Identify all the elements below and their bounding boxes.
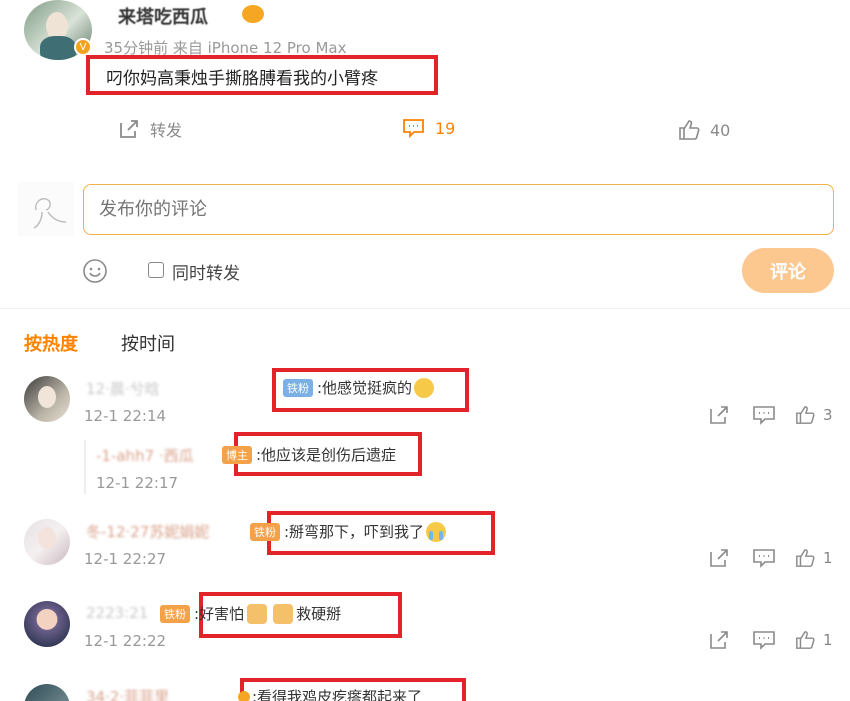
thumbs-up-icon	[796, 549, 815, 567]
fan-badge: 铁粉	[250, 522, 280, 541]
vip-crown-icon	[238, 690, 250, 701]
comment-author-name[interactable]: 冬-12·27苏妮娟妮	[86, 521, 209, 542]
comment-like-button[interactable]: 1	[795, 548, 833, 568]
comment-icon	[753, 631, 775, 650]
tab-sort-time[interactable]: 按时间	[121, 330, 175, 356]
comment-icon	[753, 406, 775, 425]
reply-text: 博主 :他应该是创伤后遗症	[222, 444, 396, 465]
comment-avatar[interactable]	[24, 684, 70, 701]
comment-icon	[403, 119, 424, 139]
section-divider	[0, 308, 850, 309]
also-repost-checkbox[interactable]	[148, 262, 164, 278]
comment-time: 12-1 22:14	[84, 407, 167, 425]
comment-count: 19	[435, 118, 456, 138]
reply-author-name[interactable]: -1-ahh7 ·西瓜	[96, 445, 194, 466]
repost-button[interactable]: 转发	[118, 117, 182, 141]
repost-icon	[120, 120, 138, 138]
vip-crown-icon	[242, 5, 264, 23]
repost-icon	[710, 406, 728, 424]
repost-icon	[710, 631, 728, 649]
repost-label: 转发	[150, 121, 183, 140]
comment-like-count: 1	[823, 549, 833, 567]
comment-avatar[interactable]	[24, 376, 70, 422]
comment-button[interactable]: 19	[402, 117, 455, 139]
comment-icon	[753, 549, 775, 568]
doge-emoji-icon	[273, 603, 294, 624]
verified-badge-icon: V	[74, 38, 92, 56]
thumbs-up-icon	[796, 406, 815, 424]
comment-like-count: 3	[823, 406, 833, 424]
tab-sort-hot[interactable]: 按热度	[24, 330, 78, 356]
comment-like-button[interactable]: 3	[795, 405, 833, 425]
laughing-emoji-icon	[414, 377, 435, 398]
smiley-icon	[83, 259, 107, 283]
comment-author-name[interactable]: 2223:21	[86, 604, 148, 622]
thumbs-up-icon	[679, 120, 700, 140]
post-author-name[interactable]: 来塔吃西瓜	[118, 3, 208, 29]
reply-time: 12-1 22:17	[96, 474, 179, 492]
crying-emoji-icon	[426, 521, 447, 542]
reply-thread-line	[84, 440, 86, 494]
like-count: 40	[710, 120, 731, 140]
comment-repost-button[interactable]	[709, 405, 729, 425]
author-badge: 博主	[222, 445, 252, 464]
fan-badge: 铁粉	[160, 604, 190, 623]
user-sketch-icon	[33, 198, 67, 229]
thumbs-up-icon	[796, 631, 815, 649]
like-button[interactable]: 40	[678, 119, 730, 141]
comment-text: 铁粉 :他感觉挺疯的	[283, 377, 435, 398]
comment-avatar[interactable]	[24, 519, 70, 565]
post-text: 叼你妈高秉烛手撕胳膊看我的小臂疼	[106, 69, 378, 89]
submit-comment-button[interactable]: 评论	[742, 248, 834, 293]
comment-reply-button[interactable]	[753, 630, 775, 650]
comment-repost-button[interactable]	[709, 548, 729, 568]
also-repost-label: 同时转发	[172, 264, 240, 284]
comment-text: :看得我鸡皮疙瘩都起来了	[238, 686, 422, 701]
emoji-picker-button[interactable]	[82, 258, 108, 288]
comment-like-button[interactable]: 1	[795, 630, 833, 650]
doge-emoji-icon	[247, 603, 268, 624]
comment-text: 铁粉 :好害怕 救硬掰	[160, 603, 341, 624]
comment-author-name[interactable]: 12·晨·兮晗	[86, 378, 160, 399]
comment-reply-button[interactable]	[753, 405, 775, 425]
comment-repost-button[interactable]	[709, 630, 729, 650]
fan-badge: 铁粉	[283, 378, 313, 397]
comment-like-count: 1	[823, 631, 833, 649]
comment-avatar[interactable]	[24, 601, 70, 647]
comment-reply-button[interactable]	[753, 548, 775, 568]
repost-icon	[710, 549, 728, 567]
comment-input[interactable]	[83, 184, 834, 235]
composer-avatar	[18, 182, 74, 236]
comment-time: 12-1 22:22	[84, 632, 167, 650]
comment-text: 铁粉 :掰弯那下，吓到我了	[250, 521, 447, 542]
comment-author-name[interactable]: 34·2·菲菲里	[86, 686, 169, 701]
comment-time: 12-1 22:27	[84, 550, 167, 568]
